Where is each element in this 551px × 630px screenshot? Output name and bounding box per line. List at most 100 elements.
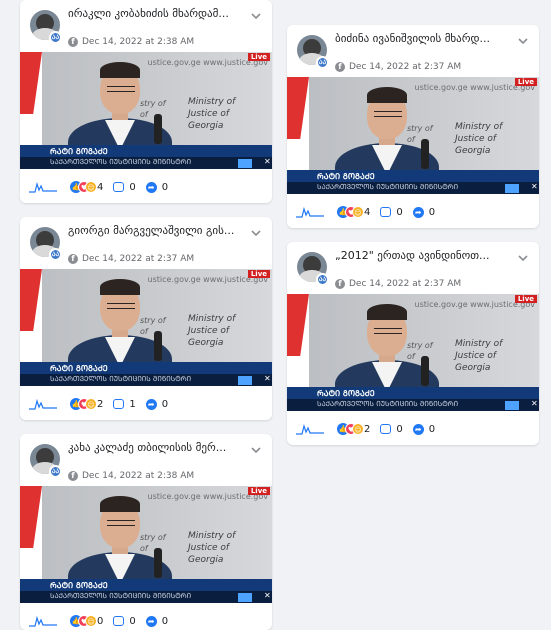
post-footer: 👍 ♥ ☺ 0 0 ➦ 0 [20, 603, 272, 630]
post-meta: f Dec 14, 2022 at 2:37 AM [335, 278, 461, 290]
reactions-icon[interactable]: 👍 ♥ ☺ [70, 181, 97, 193]
shares-count: 0 [161, 615, 169, 627]
comment-icon[interactable] [380, 424, 392, 434]
lower-third-title: ᲠᲐᲢᲘ ᲒᲝᲒᲐᲫᲔ [50, 147, 108, 156]
comments-count: 0 [129, 181, 136, 193]
shares-count: 0 [428, 206, 436, 218]
media-ministry-text: Ministry of Justice of Georgia [455, 122, 503, 156]
reactions-icon[interactable]: 👍 ♥ ☺ [70, 615, 97, 627]
reactions-icon[interactable]: 👍 ♥ ☺ [70, 398, 97, 410]
shares-count: 0 [161, 181, 169, 193]
engagement-stats: 👍 ♥ ☺ 2 1 ➦ 0 [70, 398, 178, 410]
post-title[interactable]: გიორგი მარგველაშვილი გის... [68, 223, 250, 238]
close-icon: ✕ [531, 399, 538, 408]
post-meta: f Dec 14, 2022 at 2:37 AM [335, 61, 461, 73]
share-icon[interactable]: ➦ [412, 206, 424, 218]
chevron-down-icon[interactable] [250, 10, 262, 22]
post-date[interactable]: Dec 14, 2022 at 2:37 AM [349, 279, 461, 289]
lower-third: ᲠᲐᲢᲘ ᲒᲝᲒᲐᲫᲔ ᲡᲐᲥᲐᲠᲗᲕᲔᲚᲝᲡ ᲘᲣᲡᲢᲘᲪᲘᲘᲡ ᲛᲘᲜᲘᲡᲢ… [20, 579, 272, 603]
lower-third-subtitle: ᲡᲐᲥᲐᲠᲗᲕᲔᲚᲝᲡ ᲘᲣᲡᲢᲘᲪᲘᲘᲡ ᲛᲘᲜᲘᲡᲢᲠᲘ [317, 183, 459, 191]
engagement-stats: 👍 ♥ ☺ 4 0 ➦ 0 [70, 181, 178, 193]
comment-icon[interactable] [113, 182, 125, 192]
flag [20, 52, 42, 145]
post-meta: f Dec 14, 2022 at 2:38 AM [68, 36, 194, 48]
media-ministry-text: Ministry of Justice of Georgia [188, 314, 236, 348]
post-date[interactable]: Dec 14, 2022 at 2:37 AM [349, 62, 461, 72]
post-card[interactable]: ᲐᲐ ბიძინა ივანიშვილის მხარდ... f Dec 14,… [287, 25, 539, 228]
post-image[interactable]: ustice.gov.ge www.justice.gov stry of of… [287, 77, 539, 194]
post-title[interactable]: ბიძინა ივანიშვილის მხარდ... [335, 31, 517, 46]
chevron-down-icon[interactable] [517, 35, 529, 47]
lower-third-title: ᲠᲐᲢᲘ ᲒᲝᲒᲐᲫᲔ [50, 581, 108, 590]
share-icon[interactable]: ➦ [145, 181, 157, 193]
share-icon[interactable]: ➦ [145, 398, 157, 410]
facebook-icon: f [335, 62, 345, 72]
facebook-icon: f [68, 254, 78, 264]
live-badge: Live [247, 53, 270, 61]
channel-logo [238, 376, 252, 385]
reactions-count: 2 [97, 398, 104, 410]
sparkline-icon [29, 181, 57, 193]
post-image[interactable]: ustice.gov.ge www.justice.gov stry of of… [20, 52, 272, 169]
live-badge: Live [247, 487, 270, 495]
post-title[interactable]: „2012" ერთად ავინდინოთ... [335, 248, 517, 263]
close-icon: ✕ [264, 374, 271, 383]
lower-third-title: ᲠᲐᲢᲘ ᲒᲝᲒᲐᲫᲔ [50, 364, 108, 373]
post-card[interactable]: ᲐᲐ კახა კალაძე თბილისის მერ... f Dec 14,… [20, 434, 272, 630]
group-badge-icon: ᲐᲐ [316, 273, 329, 286]
facebook-icon: f [335, 279, 345, 289]
reactions-icon[interactable]: 👍 ♥ ☺ [337, 423, 364, 435]
post-date[interactable]: Dec 14, 2022 at 2:38 AM [82, 471, 194, 481]
media-ministry-text: Ministry of Justice of Georgia [455, 339, 503, 373]
flag [287, 77, 309, 170]
reactions-count: 4 [364, 206, 371, 218]
media-ministry-text: Ministry of Justice of Georgia [188, 97, 236, 131]
post-card[interactable]: ᲐᲐ „2012" ერთად ავინდინოთ... f Dec 14, 2… [287, 242, 539, 445]
share-icon[interactable]: ➦ [145, 615, 157, 627]
group-badge-icon: ᲐᲐ [316, 56, 329, 69]
flag [20, 486, 42, 579]
media-ministry-text: Ministry of Justice of Georgia [188, 531, 236, 565]
post-image[interactable]: ustice.gov.ge www.justice.gov stry of of… [20, 269, 272, 386]
post-card[interactable]: ᲐᲐ ირაკლი კობახიძის მხარდამ... f Dec 14,… [20, 0, 272, 203]
chevron-down-icon[interactable] [250, 444, 262, 456]
comments-count: 0 [396, 206, 403, 218]
post-meta: f Dec 14, 2022 at 2:37 AM [68, 253, 194, 265]
flag [287, 294, 309, 387]
live-badge: Live [514, 295, 537, 303]
comment-icon[interactable] [113, 399, 125, 409]
lower-third-subtitle: ᲡᲐᲥᲐᲠᲗᲕᲔᲚᲝᲡ ᲘᲣᲡᲢᲘᲪᲘᲘᲡ ᲛᲘᲜᲘᲡᲢᲠᲘ [50, 592, 192, 600]
post-date[interactable]: Dec 14, 2022 at 2:38 AM [82, 37, 194, 47]
chevron-down-icon[interactable] [250, 227, 262, 239]
post-footer: 👍 ♥ ☺ 4 0 ➦ 0 [287, 194, 539, 228]
channel-logo [238, 593, 252, 602]
comments-count: 0 [129, 615, 136, 627]
reactions-icon[interactable]: 👍 ♥ ☺ [337, 206, 364, 218]
post-header: ᲐᲐ ბიძინა ივანიშვილის მხარდ... f Dec 14,… [287, 25, 539, 77]
microphone [154, 114, 162, 144]
live-badge: Live [247, 270, 270, 278]
post-image[interactable]: ustice.gov.ge www.justice.gov stry of of… [287, 294, 539, 411]
post-date[interactable]: Dec 14, 2022 at 2:37 AM [82, 254, 194, 264]
engagement-stats: 👍 ♥ ☺ 4 0 ➦ 0 [337, 206, 445, 218]
sparkline-icon [29, 398, 57, 410]
post-image[interactable]: ustice.gov.ge www.justice.gov stry of of… [20, 486, 272, 603]
sparkline-icon [296, 206, 324, 218]
post-card[interactable]: ᲐᲐ გიორგი მარგველაშვილი გის... f Dec 14,… [20, 217, 272, 420]
post-title[interactable]: კახა კალაძე თბილისის მერ... [68, 440, 250, 455]
sparkline-icon [29, 615, 57, 627]
group-badge-icon: ᲐᲐ [49, 248, 62, 261]
lower-third-title: ᲠᲐᲢᲘ ᲒᲝᲒᲐᲫᲔ [317, 389, 375, 398]
chevron-down-icon[interactable] [517, 252, 529, 264]
engagement-stats: 👍 ♥ ☺ 0 0 ➦ 0 [70, 615, 178, 627]
post-header: ᲐᲐ კახა კალაძე თბილისის მერ... f Dec 14,… [20, 434, 272, 486]
group-badge-icon: ᲐᲐ [49, 31, 62, 44]
post-footer: 👍 ♥ ☺ 4 0 ➦ 0 [20, 169, 272, 203]
comment-icon[interactable] [113, 616, 125, 626]
comments-count: 0 [396, 423, 403, 435]
shares-count: 0 [161, 398, 169, 410]
lower-third: ᲠᲐᲢᲘ ᲒᲝᲒᲐᲫᲔ ᲡᲐᲥᲐᲠᲗᲕᲔᲚᲝᲡ ᲘᲣᲡᲢᲘᲪᲘᲘᲡ ᲛᲘᲜᲘᲡᲢ… [20, 362, 272, 386]
comment-icon[interactable] [380, 207, 392, 217]
share-icon[interactable]: ➦ [412, 423, 424, 435]
post-title[interactable]: ირაკლი კობახიძის მხარდამ... [68, 6, 250, 21]
